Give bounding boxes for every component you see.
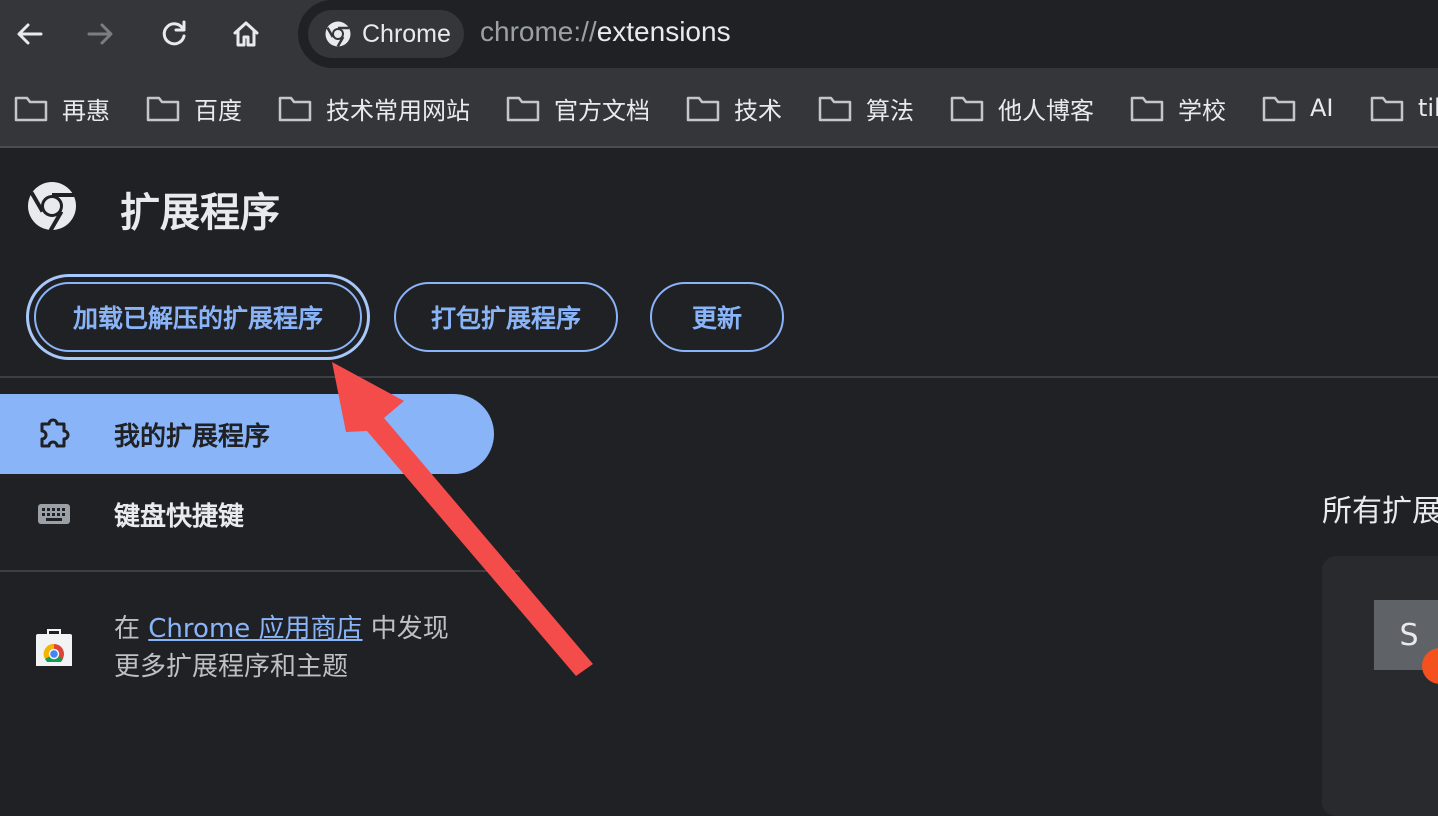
site-chip[interactable]: Chrome <box>308 10 464 58</box>
bookmark-folder[interactable]: tik <box>1370 92 1438 124</box>
bookmark-folder[interactable]: 学校 <box>1130 92 1226 125</box>
bookmark-label: 百度 <box>194 96 242 125</box>
url-text[interactable]: chrome://extensions <box>480 16 731 48</box>
web-store-icon <box>36 629 72 666</box>
update-button[interactable]: 更新 <box>650 282 784 352</box>
folder-icon <box>146 96 180 122</box>
bookmark-label: AI <box>1310 94 1334 122</box>
reload-button[interactable] <box>152 12 196 56</box>
forward-button[interactable] <box>78 12 122 56</box>
arrow-right-icon <box>87 23 113 45</box>
folder-icon <box>506 96 540 122</box>
back-button[interactable] <box>8 12 52 56</box>
section-title: 所有扩展 <box>1322 494 1438 529</box>
bookmark-label: 官方文档 <box>554 96 650 125</box>
store-prefix: 在 <box>114 614 141 644</box>
web-store-promo: 在 Chrome 应用商店 中发现 更多扩展程序和主题 <box>114 610 449 686</box>
chrome-logo-icon <box>28 182 76 232</box>
extension-card: S <box>1322 556 1438 816</box>
keyboard-icon <box>38 504 70 524</box>
sidebar-divider <box>0 570 520 572</box>
folder-icon <box>278 96 312 122</box>
extensions-page: 扩展程序 加载已解压的扩展程序 打包扩展程序 更新 我的扩展程序 键盘快捷键 在… <box>0 150 1438 816</box>
store-suffix: 中发现 <box>370 614 449 644</box>
bookmark-folder[interactable]: 算法 <box>818 92 914 125</box>
bookmark-folder[interactable]: 他人博客 <box>950 92 1094 125</box>
folder-icon <box>1130 96 1164 122</box>
bookmark-folder[interactable]: AI <box>1262 92 1334 124</box>
folder-icon <box>1370 96 1404 122</box>
header-divider <box>0 376 1438 378</box>
page-title: 扩展程序 <box>120 190 280 236</box>
bookmarks-bar: 再惠 百度 技术常用网站 官方文档 技术 算法 他人博客 学校 AI tik <box>0 68 1438 148</box>
sidebar-item-label: 键盘快捷键 <box>114 501 245 532</box>
url-path: extensions <box>596 16 731 47</box>
pack-extension-button[interactable]: 打包扩展程序 <box>394 282 618 352</box>
bookmark-label: 技术 <box>734 96 782 125</box>
bookmark-folder[interactable]: 官方文档 <box>506 92 650 125</box>
bookmark-label: 算法 <box>866 96 914 125</box>
bookmark-folder[interactable]: 技术 <box>686 92 782 125</box>
folder-icon <box>1262 96 1296 122</box>
browser-toolbar: Chrome chrome://extensions <box>0 0 1438 68</box>
bookmark-folder[interactable]: 再惠 <box>14 92 110 125</box>
sidebar-item-my-extensions[interactable]: 我的扩展程序 <box>0 394 494 474</box>
bookmark-folder[interactable]: 百度 <box>146 92 242 125</box>
folder-icon <box>950 96 984 122</box>
address-bar[interactable]: Chrome chrome://extensions <box>298 0 1438 68</box>
url-scheme: chrome:// <box>480 16 597 47</box>
store-line2: 更多扩展程序和主题 <box>114 652 349 682</box>
home-button[interactable] <box>224 12 268 56</box>
load-unpacked-button[interactable]: 加载已解压的扩展程序 <box>34 282 362 352</box>
bookmark-label: 再惠 <box>62 96 110 125</box>
reload-icon <box>162 20 186 46</box>
arrow-left-icon <box>17 23 43 45</box>
bookmark-label: 他人博客 <box>998 96 1094 125</box>
bookmark-label: 技术常用网站 <box>326 96 470 125</box>
bookmark-label: tik <box>1418 94 1438 122</box>
site-chip-label: Chrome <box>362 19 451 48</box>
folder-icon <box>818 96 852 122</box>
sidebar-item-label: 我的扩展程序 <box>114 421 271 452</box>
puzzle-icon <box>40 418 70 448</box>
chrome-icon <box>325 21 351 48</box>
sidebar-item-keyboard-shortcuts[interactable]: 键盘快捷键 <box>0 474 494 554</box>
web-store-link[interactable]: Chrome 应用商店 <box>148 614 362 644</box>
home-icon <box>233 21 259 47</box>
bookmark-label: 学校 <box>1178 96 1226 125</box>
bookmark-folder[interactable]: 技术常用网站 <box>278 92 470 125</box>
folder-icon <box>14 96 48 122</box>
folder-icon <box>686 96 720 122</box>
